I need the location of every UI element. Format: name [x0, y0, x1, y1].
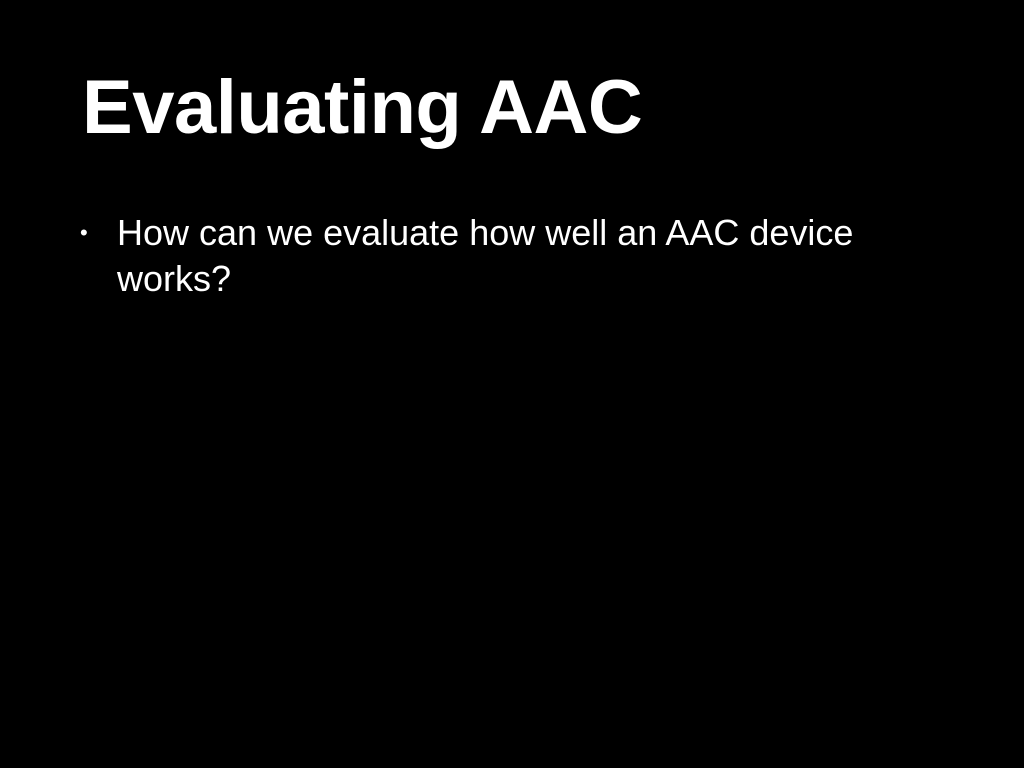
bullet-item: • How can we evaluate how well an AAC de… — [78, 210, 938, 302]
bullet-text: How can we evaluate how well an AAC devi… — [117, 212, 854, 299]
bullet-marker: • — [80, 220, 88, 245]
bullet-list: • How can we evaluate how well an AAC de… — [78, 210, 938, 302]
slide: Evaluating AAC • How can we evaluate how… — [0, 0, 1024, 768]
slide-title: Evaluating AAC — [82, 65, 643, 150]
